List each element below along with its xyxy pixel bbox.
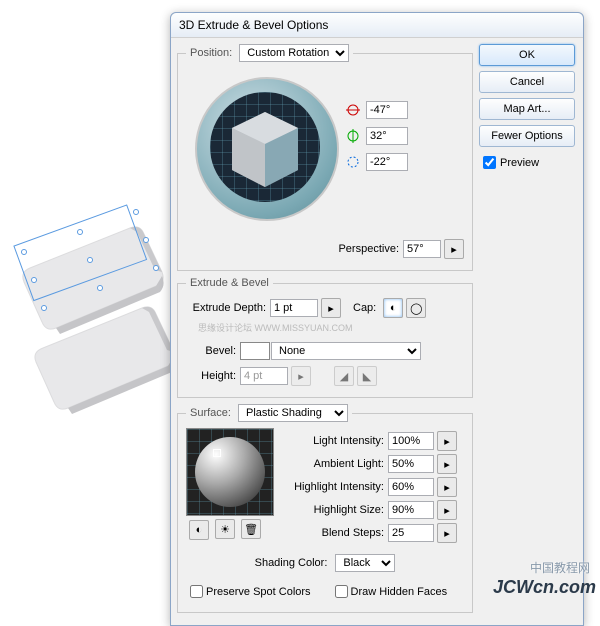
rotation-mode-select[interactable]: Custom Rotation xyxy=(239,44,349,62)
bs-menu-icon[interactable]: ▸ xyxy=(437,523,457,543)
light-sphere-preview[interactable] xyxy=(186,428,274,516)
highlight-intensity-input[interactable] xyxy=(388,478,434,496)
ambient-light-input[interactable] xyxy=(388,455,434,473)
draw-hidden-checkbox[interactable] xyxy=(335,585,348,598)
cap-on-icon[interactable]: ◐ xyxy=(383,298,403,318)
surface-group: Surface: Plastic Shading ◐ ☀ 🗑 xyxy=(177,404,473,613)
surface-shading-select[interactable]: Plastic Shading xyxy=(238,404,348,422)
bevel-preview xyxy=(240,342,270,360)
watermark-en: JCWcn.com xyxy=(493,577,596,598)
highlight-intensity-label: Highlight Intensity: xyxy=(284,481,384,493)
watermark-cn: 中国教程网 xyxy=(530,559,590,576)
position-legend: Position: xyxy=(190,47,232,59)
light-intensity-label: Light Intensity: xyxy=(284,435,384,447)
preview-label: Preview xyxy=(500,157,539,169)
z-axis-icon xyxy=(346,155,360,169)
preview-checkbox[interactable] xyxy=(483,156,496,169)
bevel-height-label: Height: xyxy=(186,370,236,382)
new-light-icon[interactable]: ☀ xyxy=(215,519,235,539)
extrude-bevel-group: Extrude & Bevel Extrude Depth: ▸ Cap: ◐ … xyxy=(177,277,473,398)
light-intensity-input[interactable] xyxy=(388,432,434,450)
map-art-button[interactable]: Map Art... xyxy=(479,98,575,120)
draw-hidden-label: Draw Hidden Faces xyxy=(351,586,448,598)
cap-off-icon[interactable]: ◯ xyxy=(406,298,426,318)
y-axis-icon xyxy=(346,129,360,143)
bevel-height-input xyxy=(240,367,288,385)
dialog-title: 3D Extrude & Bevel Options xyxy=(171,13,583,38)
highlight-size-input[interactable] xyxy=(388,501,434,519)
bevel-out-icon: ◣ xyxy=(357,366,377,386)
x-angle-input[interactable] xyxy=(366,101,408,119)
blend-steps-label: Blend Steps: xyxy=(284,527,384,539)
rotation-trackball[interactable] xyxy=(190,72,340,222)
preserve-spot-label: Preserve Spot Colors xyxy=(206,586,311,598)
hs-menu-icon[interactable]: ▸ xyxy=(437,500,457,520)
inline-watermark: 思缘设计论坛 WWW.MISSYUAN.COM xyxy=(198,321,464,334)
perspective-label: Perspective: xyxy=(338,243,399,255)
surface-legend: Surface: xyxy=(190,407,231,419)
bevel-in-icon: ◢ xyxy=(334,366,354,386)
extrude-depth-label: Extrude Depth: xyxy=(186,302,266,314)
preserve-spot-checkbox[interactable] xyxy=(190,585,203,598)
perspective-input[interactable] xyxy=(403,240,441,258)
height-menu-icon: ▸ xyxy=(291,366,311,386)
cap-label: Cap: xyxy=(353,302,376,314)
li-menu-icon[interactable]: ▸ xyxy=(437,431,457,451)
bevel-label: Bevel: xyxy=(186,345,236,357)
perspective-menu-icon[interactable]: ▸ xyxy=(444,239,464,259)
cancel-button[interactable]: Cancel xyxy=(479,71,575,93)
x-axis-icon xyxy=(346,103,360,117)
al-menu-icon[interactable]: ▸ xyxy=(437,454,457,474)
shading-color-label: Shading Color: xyxy=(255,557,328,569)
highlight-size-label: Highlight Size: xyxy=(284,504,384,516)
y-angle-input[interactable] xyxy=(366,127,408,145)
shading-color-select[interactable]: Black xyxy=(335,554,395,572)
z-angle-input[interactable] xyxy=(366,153,408,171)
light-handle[interactable] xyxy=(213,449,221,457)
ambient-light-label: Ambient Light: xyxy=(284,458,384,470)
ok-button[interactable]: OK xyxy=(479,44,575,66)
extrude-legend: Extrude & Bevel xyxy=(186,277,273,289)
position-group: Position: Custom Rotation xyxy=(177,44,473,271)
blend-steps-input[interactable] xyxy=(388,524,434,542)
depth-menu-icon[interactable]: ▸ xyxy=(321,298,341,318)
dialog-3d-extrude-bevel: 3D Extrude & Bevel Options Position: Cus… xyxy=(170,12,584,626)
delete-light-icon[interactable]: 🗑 xyxy=(241,519,261,539)
light-back-icon[interactable]: ◐ xyxy=(189,520,209,540)
extrude-depth-input[interactable] xyxy=(270,299,318,317)
hi-menu-icon[interactable]: ▸ xyxy=(437,477,457,497)
canvas-artwork xyxy=(10,200,180,423)
bevel-select[interactable]: None xyxy=(271,342,421,360)
fewer-options-button[interactable]: Fewer Options xyxy=(479,125,575,147)
